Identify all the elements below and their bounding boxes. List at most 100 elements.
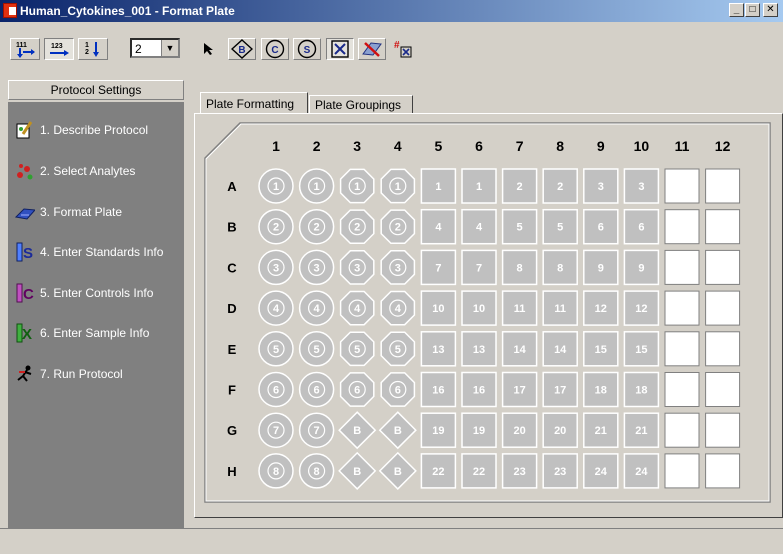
well-empty[interactable] (705, 290, 741, 326)
well-label: 1 (354, 181, 360, 193)
controls-icon: C (12, 282, 38, 304)
format-plate-icon (12, 201, 38, 223)
step-enter-controls[interactable]: C 5. Enter Controls Info (12, 281, 153, 305)
well-label: 6 (354, 385, 360, 397)
run-protocol-icon (12, 363, 38, 385)
well-empty[interactable] (705, 453, 741, 489)
well-label: 15 (635, 344, 647, 356)
well-label: 5 (557, 222, 563, 234)
number-down-button[interactable]: 111 (10, 38, 40, 60)
column-header: 9 (597, 138, 605, 154)
well-label: 6 (598, 222, 604, 234)
number-down-icon: 111 (16, 42, 35, 58)
well-label: 3 (273, 262, 279, 274)
standard-circle-icon: S (297, 39, 317, 59)
number-column-button[interactable]: 1 2 (78, 38, 108, 60)
tab-plate-formatting[interactable]: Plate Formatting (200, 92, 308, 114)
well-empty[interactable] (705, 168, 741, 204)
well-label: 8 (517, 262, 523, 274)
well-label: 7 (314, 425, 320, 437)
well-label: 5 (354, 344, 360, 356)
standard-well-button[interactable]: S (293, 38, 321, 60)
well-empty[interactable] (705, 331, 741, 367)
numbered-clear-button[interactable]: # (389, 38, 417, 60)
well-label: 20 (554, 425, 566, 437)
well-label: 4 (314, 303, 321, 315)
well-empty[interactable] (664, 372, 700, 407)
column-header: 10 (634, 138, 650, 154)
svg-text:S: S (304, 45, 311, 56)
well-label: 16 (473, 385, 485, 397)
well-empty[interactable] (664, 249, 700, 285)
column-header: 11 (675, 138, 690, 154)
minimize-button[interactable]: _ (729, 3, 744, 17)
well-empty[interactable] (664, 290, 700, 326)
protocol-settings-panel: Protocol Settings 1. Describe Protocol 2… (8, 80, 184, 528)
well-label: 18 (595, 385, 607, 397)
number-right-button[interactable]: 123 (44, 38, 74, 60)
well-label: 3 (395, 262, 401, 274)
blank-well-button[interactable]: B (228, 38, 256, 60)
well-label: 6 (638, 222, 644, 234)
step-describe-protocol[interactable]: 1. Describe Protocol (12, 118, 148, 142)
svg-text:2: 2 (85, 49, 89, 56)
format-plate-window: Human_Cytokines_001 - Format Plate _ □ ✕… (0, 0, 783, 554)
row-header: H (227, 464, 236, 479)
well-label: 2 (273, 222, 279, 234)
chevron-down-icon[interactable]: ▼ (161, 40, 178, 56)
well-empty[interactable] (664, 453, 700, 489)
well-empty[interactable] (705, 209, 741, 245)
tab-label: Plate Groupings (315, 98, 402, 112)
app-icon (3, 3, 17, 18)
well-label: 12 (595, 303, 607, 315)
well-label: B (394, 466, 402, 478)
clear-wells-icon (362, 42, 382, 57)
protocol-steps-list: 1. Describe Protocol 2. Select Analytes … (8, 102, 184, 528)
well-label: 6 (273, 385, 279, 397)
well-label: B (394, 425, 402, 437)
tab-plate-groupings[interactable]: Plate Groupings (309, 95, 413, 114)
svg-text:C: C (23, 286, 34, 303)
column-header: 8 (556, 138, 564, 154)
well-label: 8 (314, 466, 320, 478)
well-label: 14 (513, 344, 526, 356)
step-run-protocol[interactable]: 7. Run Protocol (12, 362, 123, 386)
sample-well-button[interactable] (326, 38, 354, 60)
number-right-icon: 123 (50, 43, 69, 56)
well-empty[interactable] (664, 168, 700, 204)
toolbar: 111 123 1 2 2 ▼ B C S # (0, 22, 783, 60)
row-header: A (227, 179, 237, 194)
well-empty[interactable] (705, 412, 741, 448)
well-label: 2 (517, 181, 523, 193)
control-well-button[interactable]: C (261, 38, 289, 60)
well-empty[interactable] (664, 331, 700, 367)
step-enter-standards[interactable]: S 4. Enter Standards Info (12, 240, 163, 264)
well-label: 15 (595, 344, 607, 356)
well-empty[interactable] (664, 209, 700, 245)
row-header: C (227, 260, 237, 275)
well-label: 11 (554, 303, 566, 315)
well-empty[interactable] (705, 372, 741, 407)
column-header: 4 (394, 138, 402, 154)
well-label: 2 (395, 222, 401, 234)
well-label: 4 (354, 303, 361, 315)
well-empty[interactable] (664, 412, 700, 448)
pointer-button[interactable] (197, 38, 219, 60)
step-format-plate[interactable]: 3. Format Plate (12, 200, 122, 224)
well-label: 4 (395, 303, 402, 315)
well-label: 5 (314, 344, 320, 356)
plate-formatting-pane: 1 2 3 4 5 6 7 8 9 10 11 12 A B C D E F G H 1 1 1 1 1 1 2 2 3 3 2 2 2 2 4 4 5… (194, 113, 783, 518)
well-label: 8 (557, 262, 563, 274)
clear-wells-button[interactable] (358, 38, 386, 60)
step-select-analytes[interactable]: 2. Select Analytes (12, 159, 135, 183)
well-label: 5 (273, 344, 279, 356)
well-label: 24 (635, 466, 648, 478)
maximize-button[interactable]: □ (745, 3, 760, 17)
replicate-select[interactable]: 2 ▼ (130, 38, 180, 58)
well-empty[interactable] (705, 249, 741, 285)
standards-icon: S (12, 241, 38, 263)
well-label: 23 (554, 466, 566, 478)
close-button[interactable]: ✕ (763, 3, 778, 17)
column-header: 2 (313, 138, 321, 154)
step-enter-sample[interactable]: X 6. Enter Sample Info (12, 321, 149, 345)
